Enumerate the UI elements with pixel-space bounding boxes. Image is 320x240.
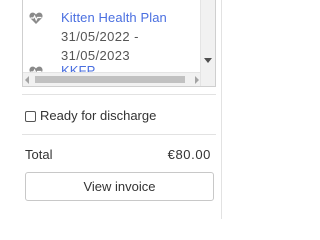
ready-for-discharge-checkbox[interactable] [25, 111, 36, 122]
health-plan-start-date: 31/05/2022 - [61, 29, 139, 44]
health-plan-name-link[interactable]: Kitten Health Plan [61, 10, 167, 25]
view-invoice-button[interactable]: View invoice [25, 172, 214, 201]
section-divider [22, 134, 216, 135]
health-plans-list: Kitten Health Plan 31/05/2022 - 31/05/20… [23, 0, 201, 86]
scroll-right-arrow-icon[interactable] [195, 76, 199, 84]
horizontal-scrollbar[interactable] [23, 72, 201, 86]
health-plan-item[interactable]: Kitten Health Plan 31/05/2022 - 31/05/20… [23, 0, 201, 70]
invoice-side-panel: Kitten Health Plan 31/05/2022 - 31/05/20… [0, 0, 222, 219]
scroll-left-arrow-icon[interactable] [25, 76, 29, 84]
scroll-down-arrow-icon[interactable] [204, 58, 212, 63]
heart-pulse-icon [29, 11, 43, 25]
health-plans-box: Kitten Health Plan 31/05/2022 - 31/05/20… [22, 0, 216, 87]
ready-for-discharge-label: Ready for discharge [40, 108, 157, 123]
total-label: Total [25, 147, 53, 162]
horizontal-scroll-thumb[interactable] [35, 76, 185, 83]
total-value: €80.00 [167, 147, 211, 162]
section-divider [22, 94, 216, 95]
vertical-scrollbar[interactable] [200, 0, 215, 86]
